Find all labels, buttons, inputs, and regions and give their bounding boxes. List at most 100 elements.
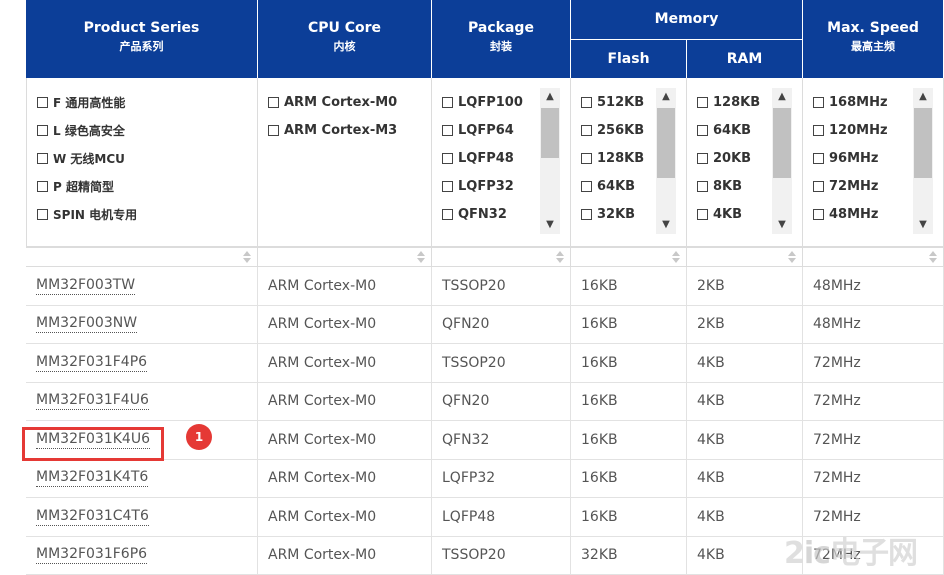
part-link[interactable]: MM32F003TW: [36, 277, 135, 295]
scroll-down-icon[interactable]: ▼: [772, 216, 792, 234]
cell-package: LQFP48: [432, 498, 571, 536]
checkbox[interactable]: [581, 153, 592, 164]
filter-option-series-spin[interactable]: SPIN 电机专用: [27, 204, 257, 224]
filter-max-speed: 168MHz 120MHz 96MHz 72MHz 48MHz ▲ ▼: [803, 78, 944, 246]
ram-scrollbar[interactable]: ▲ ▼: [772, 88, 792, 234]
sort-icon[interactable]: [929, 250, 937, 264]
checkbox[interactable]: [37, 153, 48, 164]
part-link[interactable]: MM32F031C4T6: [36, 508, 149, 526]
cell-core: ARM Cortex-M0: [258, 267, 432, 305]
filter-option-core-m3[interactable]: ARM Cortex-M3: [258, 120, 431, 140]
scroll-down-icon[interactable]: ▼: [913, 216, 933, 234]
checkbox[interactable]: [442, 209, 453, 220]
scroll-thumb[interactable]: [773, 108, 791, 178]
cell-part[interactable]: MM32F003NW: [26, 306, 258, 344]
checkbox[interactable]: [268, 125, 279, 136]
scroll-up-icon[interactable]: ▲: [656, 88, 676, 106]
cell-package: QFN20: [432, 383, 571, 421]
filter-option-label: QFN32: [458, 207, 507, 222]
part-link[interactable]: MM32F031K4T6: [36, 469, 148, 487]
checkbox[interactable]: [697, 209, 708, 220]
cell-package: LQFP32: [432, 460, 571, 498]
filter-option-label: ARM Cortex-M0: [284, 95, 397, 110]
cell-flash: 16KB: [571, 498, 687, 536]
checkbox[interactable]: [442, 181, 453, 192]
filter-option-label: 168MHz: [829, 95, 888, 110]
checkbox[interactable]: [581, 125, 592, 136]
part-link[interactable]: MM32F031F4U6: [36, 392, 149, 410]
checkbox[interactable]: [442, 97, 453, 108]
sort-cpu-core[interactable]: [258, 248, 432, 267]
checkbox[interactable]: [697, 181, 708, 192]
sort-icon[interactable]: [788, 250, 796, 264]
scroll-up-icon[interactable]: ▲: [913, 88, 933, 106]
checkbox[interactable]: [581, 181, 592, 192]
scroll-thumb[interactable]: [541, 108, 559, 158]
part-link[interactable]: MM32F003NW: [36, 315, 137, 333]
header-package-cn: 封装: [432, 38, 570, 54]
checkbox[interactable]: [813, 97, 824, 108]
filter-option-label: SPIN 电机专用: [53, 206, 137, 223]
checkbox[interactable]: [813, 181, 824, 192]
header-product-series: Product Series 产品系列: [26, 0, 258, 78]
cell-part[interactable]: MM32F031F4P6: [26, 344, 258, 382]
scroll-up-icon[interactable]: ▲: [772, 88, 792, 106]
filter-option-series-l[interactable]: L 绿色高安全: [27, 120, 257, 140]
table-row: MM32F003NW ARM Cortex-M0 QFN20 16KB 2KB …: [26, 306, 944, 345]
scroll-up-icon[interactable]: ▲: [540, 88, 560, 106]
filter-option-series-p[interactable]: P 超精简型: [27, 176, 257, 196]
speed-scrollbar[interactable]: ▲ ▼: [913, 88, 933, 234]
checkbox[interactable]: [268, 97, 279, 108]
cell-part[interactable]: MM32F031F4U6: [26, 383, 258, 421]
checkbox[interactable]: [697, 125, 708, 136]
watermark-part: ic: [804, 536, 830, 571]
cell-speed: 48MHz: [803, 267, 944, 305]
sort-icon[interactable]: [417, 250, 425, 264]
scroll-thumb[interactable]: [657, 108, 675, 178]
header-max-speed: Max. Speed 最高主频: [803, 0, 944, 78]
checkbox[interactable]: [813, 153, 824, 164]
cell-part[interactable]: MM32F031C4T6: [26, 498, 258, 536]
sort-ram[interactable]: [687, 248, 803, 267]
checkbox[interactable]: [442, 125, 453, 136]
sort-icon[interactable]: [243, 250, 251, 264]
filter-option-label: 64KB: [597, 179, 635, 194]
cell-speed: 72MHz: [803, 460, 944, 498]
checkbox[interactable]: [697, 153, 708, 164]
sort-product-series[interactable]: [26, 248, 258, 267]
scroll-down-icon[interactable]: ▼: [656, 216, 676, 234]
checkbox[interactable]: [581, 97, 592, 108]
sort-package[interactable]: [432, 248, 571, 267]
sort-max-speed[interactable]: [803, 248, 944, 267]
checkbox[interactable]: [37, 125, 48, 136]
sort-icon[interactable]: [556, 250, 564, 264]
checkbox[interactable]: [37, 181, 48, 192]
filter-option-series-f[interactable]: F 通用高性能: [27, 92, 257, 112]
part-link[interactable]: MM32F031F4P6: [36, 354, 147, 372]
checkbox[interactable]: [37, 97, 48, 108]
filter-option-core-m0[interactable]: ARM Cortex-M0: [258, 92, 431, 112]
checkbox[interactable]: [442, 153, 453, 164]
part-link[interactable]: MM32F031F6P6: [36, 546, 147, 564]
checkbox[interactable]: [581, 209, 592, 220]
annotation-marker: 1: [186, 424, 212, 450]
filter-option-series-w[interactable]: W 无线MCU: [27, 148, 257, 168]
flash-scrollbar[interactable]: ▲ ▼: [656, 88, 676, 234]
cell-speed: 72MHz: [803, 421, 944, 459]
scroll-thumb[interactable]: [914, 108, 932, 178]
cell-core: ARM Cortex-M0: [258, 344, 432, 382]
checkbox[interactable]: [813, 125, 824, 136]
sort-icon[interactable]: [672, 250, 680, 264]
scroll-down-icon[interactable]: ▼: [540, 216, 560, 234]
checkbox[interactable]: [813, 209, 824, 220]
cell-part[interactable]: MM32F003TW: [26, 267, 258, 305]
header-max-speed-en: Max. Speed: [803, 20, 943, 36]
cell-part[interactable]: MM32F031K4T6: [26, 460, 258, 498]
package-scrollbar[interactable]: ▲ ▼: [540, 88, 560, 234]
header-product-series-en: Product Series: [26, 20, 257, 36]
checkbox[interactable]: [697, 97, 708, 108]
sort-flash[interactable]: [571, 248, 687, 267]
filter-option-label: 48MHz: [829, 207, 878, 222]
cell-part[interactable]: MM32F031F6P6: [26, 537, 258, 575]
checkbox[interactable]: [37, 209, 48, 220]
